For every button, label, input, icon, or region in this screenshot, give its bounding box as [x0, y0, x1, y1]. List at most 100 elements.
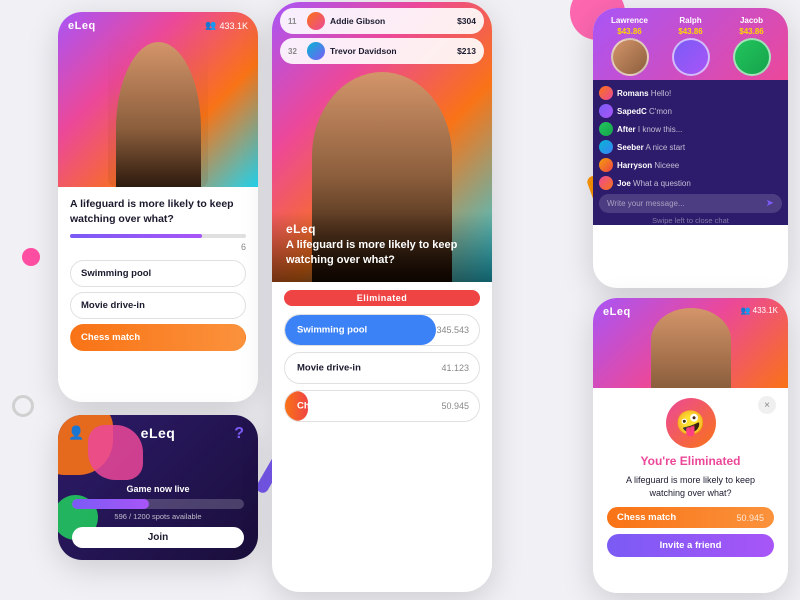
- result-bar-swimming: Swimming pool 345.543: [284, 314, 480, 346]
- join-button[interactable]: Join: [72, 527, 244, 548]
- chat-message-1: SapedC C'mon: [617, 107, 672, 116]
- card3-leaders: Lawrence $43.86 Ralph $43.86 Jacob $43.8…: [593, 8, 788, 80]
- leader-lawrence: Lawrence $43.86: [611, 16, 649, 76]
- result-row-swimming: Swimming pool 345.543: [284, 314, 480, 346]
- lb-name-2: Trevor Davidson: [330, 46, 452, 56]
- mascot-avatar: 🤪: [666, 398, 716, 448]
- lb-score-2: $213: [457, 46, 476, 56]
- leaderboard-chat-card: Lawrence $43.86 Ralph $43.86 Jacob $43.8…: [593, 8, 788, 288]
- answer-movie-drivein[interactable]: Movie drive-in: [70, 292, 246, 319]
- chat-message-4: Harryson Niceee: [617, 161, 679, 170]
- blob-pink: [88, 425, 143, 480]
- progress-bar-fill: [70, 234, 202, 238]
- card4-body: Game now live 596 / 1200 spots available…: [58, 484, 258, 548]
- result-count-movie: 41.123: [441, 363, 469, 373]
- card1-body: A lifeguard is more likely to keep watch…: [58, 187, 258, 366]
- result-row-movie: Movie drive-in 41.123: [284, 352, 480, 384]
- decorative-circle-outline: [12, 395, 34, 417]
- card2-leaderboard: 11 Addie Gibson $304 32 Trevor Davidson …: [280, 8, 484, 64]
- card2-question: A lifeguard is more likely to keep watch…: [286, 238, 478, 268]
- answer-swimming-pool[interactable]: Swimming pool: [70, 260, 246, 287]
- invite-button[interactable]: Invite a friend: [607, 534, 774, 557]
- result-label-movie: Movie drive-in: [297, 363, 361, 374]
- card1-users-count: 👥 433.1K: [205, 20, 248, 31]
- lb-name-1: Addie Gibson: [330, 16, 452, 26]
- chat-avatar-0: [599, 86, 613, 100]
- lb-avatar-1: [307, 12, 325, 30]
- lb-rank-2: 32: [288, 47, 302, 56]
- eliminated-badge: Eliminated: [284, 290, 480, 306]
- close-button[interactable]: ×: [758, 396, 776, 414]
- chat-message-5: Joe What a question: [617, 179, 691, 188]
- card5-video-bg: eLeq 👥 433.1K: [593, 298, 788, 388]
- spots-bar: [72, 499, 244, 509]
- leader-jacob: Jacob $43.86: [733, 16, 771, 76]
- leader-ralph-avatar: [672, 38, 710, 76]
- game-live-text: Game now live: [72, 484, 244, 494]
- card2-video-bg: 11 Addie Gibson $304 32 Trevor Davidson …: [272, 2, 492, 282]
- send-icon[interactable]: ➤: [766, 198, 774, 209]
- card1-logo: eLeq: [68, 20, 96, 32]
- person-silhouette: [116, 42, 201, 187]
- card5-silhouette: [651, 308, 731, 388]
- lb-score-1: $304: [457, 16, 476, 26]
- card5-logo: eLeq: [603, 306, 631, 318]
- spots-bar-fill: [72, 499, 149, 509]
- quiz-card: eLeq 👥 433.1K A lifeguard is more likely…: [58, 12, 258, 402]
- chat-row-1: SapedC C'mon: [599, 104, 782, 118]
- leader-lawrence-name: Lawrence: [611, 16, 648, 25]
- card5-answer-row: Chess match 50.945: [607, 507, 774, 528]
- progress-bar-wrap: [70, 234, 246, 238]
- chat-avatar-4: [599, 158, 613, 172]
- progress-number: 6: [70, 242, 246, 252]
- card3-chat: Romans Hello! SapedC C'mon After I know …: [593, 80, 788, 225]
- chat-avatar-1: [599, 104, 613, 118]
- leader-ralph-amount: $43.86: [678, 27, 702, 36]
- result-label-chess: Chess match: [297, 401, 356, 412]
- join-game-card: 👤 eLeq ? Game now live 596 / 1200 spots …: [58, 415, 258, 560]
- lb-row-1: 11 Addie Gibson $304: [280, 8, 484, 34]
- card5-question: A lifeguard is more likely to keep watch…: [607, 474, 774, 499]
- lb-avatar-2: [307, 42, 325, 60]
- result-bar-chess: Chess match 50.945: [284, 390, 480, 422]
- lb-row-2: 32 Trevor Davidson $213: [280, 38, 484, 64]
- chat-row-2: After I know this...: [599, 122, 782, 136]
- leader-ralph-name: Ralph: [679, 16, 701, 25]
- eliminated-card: eLeq 👥 433.1K × 🤪 You're Eliminated A li…: [593, 298, 788, 593]
- result-count-chess: 50.945: [441, 401, 469, 411]
- card5-person: [651, 308, 731, 388]
- card2-question-overlay: eLeq A lifeguard is more likely to keep …: [272, 212, 492, 282]
- card5-answer-count: 50.945: [736, 513, 764, 523]
- chat-row-4: Harryson Niceee: [599, 158, 782, 172]
- chat-avatar-2: [599, 122, 613, 136]
- result-label-swimming: Swimming pool: [297, 325, 367, 336]
- card2-results-body: Eliminated Swimming pool 345.543 Movie d…: [272, 282, 492, 436]
- leader-lawrence-avatar: [611, 38, 649, 76]
- leader-jacob-avatar: [733, 38, 771, 76]
- leader-ralph: Ralph $43.86: [672, 16, 710, 76]
- chat-row-5: Joe What a question: [599, 176, 782, 190]
- chat-avatar-3: [599, 140, 613, 154]
- chat-message-0: Romans Hello!: [617, 89, 671, 98]
- decorative-circle-pink: [22, 248, 40, 266]
- chat-row-3: Seeber A nice start: [599, 140, 782, 154]
- chat-input-placeholder: Write your message...: [607, 199, 766, 208]
- main-quiz-card: 11 Addie Gibson $304 32 Trevor Davidson …: [272, 2, 492, 592]
- chat-message-2: After I know this...: [617, 125, 682, 134]
- help-icon: ?: [234, 425, 244, 443]
- result-count-swimming: 345.543: [436, 325, 469, 335]
- chat-input-row[interactable]: Write your message... ➤: [599, 194, 782, 213]
- chat-row-0: Romans Hello!: [599, 86, 782, 100]
- card5-answer-label: Chess match: [617, 512, 676, 523]
- swipe-hint: Swipe left to close chat: [599, 216, 782, 225]
- lb-rank-1: 11: [288, 17, 302, 26]
- card4-logo: eLeq: [141, 425, 176, 441]
- card5-body: × 🤪 You're Eliminated A lifeguard is mor…: [593, 388, 788, 569]
- eliminated-title: You're Eliminated: [607, 454, 774, 468]
- leader-lawrence-amount: $43.86: [617, 27, 641, 36]
- user-icon: 👤: [68, 425, 86, 443]
- chat-avatar-5: [599, 176, 613, 190]
- chat-message-3: Seeber A nice start: [617, 143, 685, 152]
- answer-chess-match[interactable]: Chess match: [70, 324, 246, 351]
- card1-video-bg: eLeq 👥 433.1K: [58, 12, 258, 187]
